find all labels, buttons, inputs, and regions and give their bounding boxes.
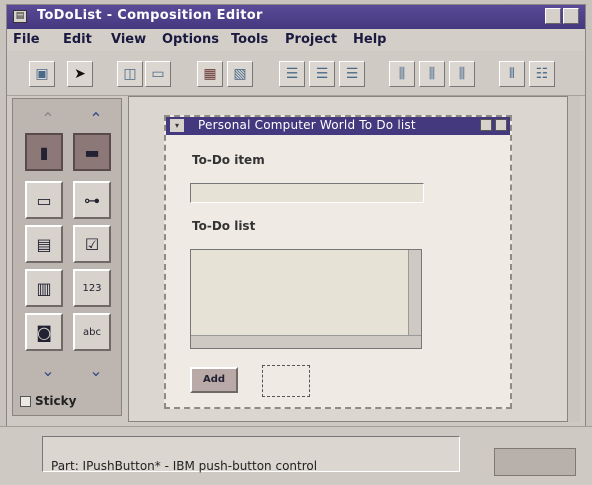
align-bottom-icon[interactable]: ⫼	[449, 61, 475, 87]
palette-down-icon[interactable]: ⌄	[29, 357, 67, 383]
menu-bar: File Edit View Options Tools Project Hel…	[7, 29, 585, 51]
sticky-label: Sticky	[35, 394, 77, 408]
menu-tools[interactable]: Tools	[231, 32, 268, 47]
frame-title-bar[interactable]: ▾ Personal Computer World To Do list	[166, 117, 510, 135]
category-text-icon[interactable]: ◙	[25, 313, 63, 351]
listbox-vertical-scrollbar[interactable]	[408, 250, 421, 336]
placeholder-part[interactable]	[262, 365, 310, 397]
parts-palette: ⌃ ⌃ ▮ ▬ ▭ ⊶ ▤ ☑ ▥ 123 ◙ abc ⌄ ⌄	[12, 98, 122, 416]
part-window-icon[interactable]: ▬	[73, 133, 111, 171]
part-checkbox-icon[interactable]: ☑	[73, 225, 111, 263]
todo-listbox[interactable]	[190, 249, 422, 349]
menu-edit[interactable]: Edit	[63, 32, 92, 47]
palette-scroll-icon[interactable]: ⌃	[77, 105, 115, 131]
distribute-h-icon[interactable]: ⫴	[499, 61, 525, 87]
menu-view[interactable]: View	[111, 32, 146, 47]
distribute-v-icon[interactable]: ☷	[529, 61, 555, 87]
align-right-icon[interactable]: ☰	[339, 61, 365, 87]
grid-snap-icon[interactable]: ▧	[227, 61, 253, 87]
category-lists-icon[interactable]: ▤	[25, 225, 63, 263]
frame-title: Personal Computer World To Do list	[198, 118, 416, 132]
palette-up-icon[interactable]: ⌃	[29, 105, 67, 131]
frame-maximize-button[interactable]	[495, 119, 507, 131]
add-button[interactable]: Add	[190, 367, 238, 393]
sticky-toggle[interactable]: Sticky	[20, 394, 76, 408]
status-bar: Part: IPushButton* - IBM push-button con…	[42, 436, 460, 473]
todo-frame-window[interactable]: ▾ Personal Computer World To Do list To-…	[164, 115, 512, 409]
align-middle-icon[interactable]: ⫼	[419, 61, 445, 87]
maximize-button[interactable]	[563, 8, 579, 24]
palette-down-right-icon[interactable]: ⌄	[77, 357, 115, 383]
part-entryfield-icon[interactable]: abc	[73, 313, 111, 351]
toolbar: ▣ ➤ ◫ ▭ ▦ ▧ ☰ ☰ ☰ ⫼ ⫼ ⫼ ⫴ ☷	[7, 51, 585, 96]
category-buttons-icon[interactable]: ▭	[25, 181, 63, 219]
todo-list-label: To-Do list	[192, 219, 256, 233]
status-corner-controls[interactable]	[494, 448, 576, 476]
align-center-icon[interactable]: ☰	[309, 61, 335, 87]
arrow-icon[interactable]: ➤	[67, 61, 93, 87]
frame-system-menu-icon[interactable]: ▾	[170, 119, 184, 132]
status-text: Part: IPushButton* - IBM push-button con…	[51, 459, 318, 473]
tool-select-icon[interactable]: ▣	[29, 61, 55, 87]
title-bar[interactable]: ▤ ToDoList - Composition Editor	[7, 5, 585, 29]
grid-icon[interactable]: ▦	[197, 61, 223, 87]
align-top-icon[interactable]: ⫼	[389, 61, 415, 87]
frame-icon[interactable]: ◫	[117, 61, 143, 87]
menu-project[interactable]: Project	[285, 32, 337, 47]
app-icon[interactable]: ▤	[13, 10, 27, 23]
todo-item-field[interactable]	[190, 183, 424, 203]
todo-item-label: To-Do item	[192, 153, 265, 167]
menu-help[interactable]: Help	[353, 32, 386, 47]
part-spinbutton-icon[interactable]: 123	[73, 269, 111, 307]
frame-alt-icon[interactable]: ▭	[145, 61, 171, 87]
sticky-checkbox[interactable]	[20, 395, 31, 407]
menu-options[interactable]: Options	[162, 32, 219, 47]
part-pushbutton-icon[interactable]: ⊶	[73, 181, 111, 219]
category-frame-icon[interactable]: ▮	[25, 133, 63, 171]
window-title: ToDoList - Composition Editor	[37, 8, 263, 23]
frame-minimize-button[interactable]	[480, 119, 492, 131]
align-left-icon[interactable]: ☰	[279, 61, 305, 87]
canvas-scrollbar[interactable]	[568, 96, 580, 422]
category-data-icon[interactable]: ▥	[25, 269, 63, 307]
menu-file[interactable]: File	[13, 32, 40, 47]
minimize-button[interactable]	[545, 8, 561, 24]
listbox-horizontal-scrollbar[interactable]	[191, 335, 421, 348]
